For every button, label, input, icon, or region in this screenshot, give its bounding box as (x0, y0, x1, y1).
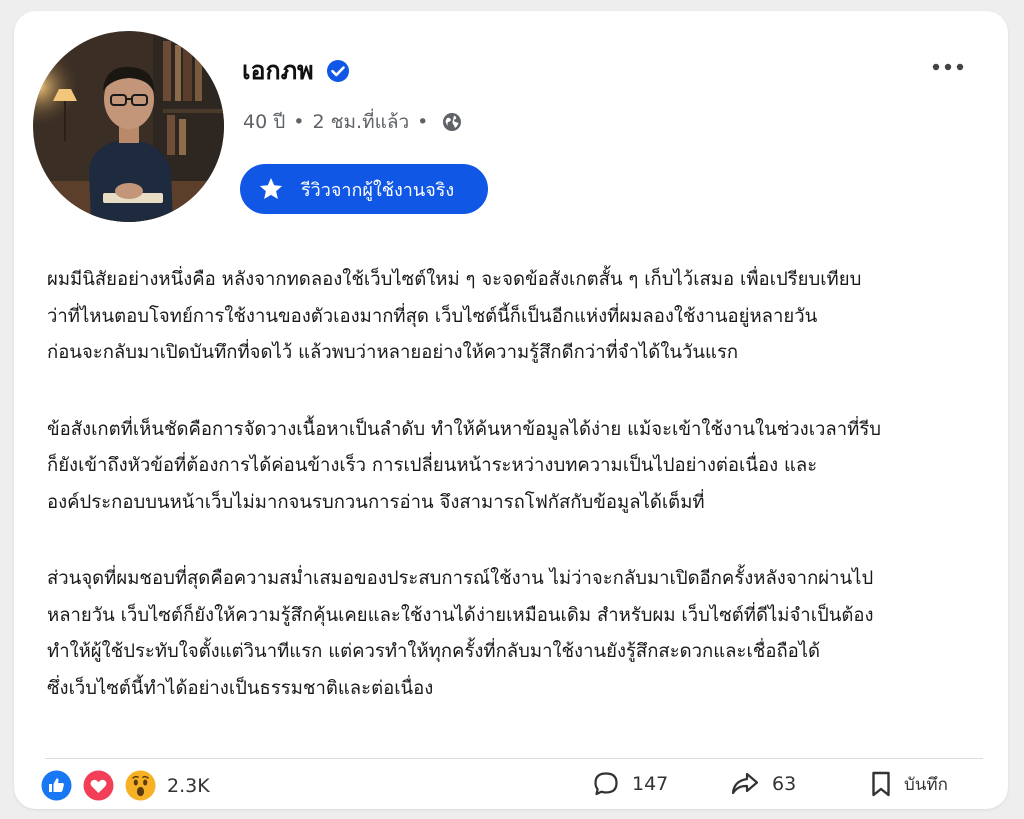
star-icon (258, 176, 284, 202)
more-horizontal-icon (932, 63, 964, 71)
post-footer: 2.3K 147 63 บันทึก (14, 759, 1008, 809)
post-body: ผมมีนิสัยอย่างหนึ่งคือ หลังจากทดลองใช้เว… (47, 262, 982, 747)
wow-icon (125, 770, 156, 801)
globe-icon (442, 112, 462, 132)
more-options-button[interactable] (930, 57, 966, 77)
share-button[interactable]: 63 (730, 770, 796, 798)
bookmark-icon (872, 771, 890, 797)
reaction-count: 2.3K (167, 774, 210, 797)
author-row: เอกภพ (242, 56, 350, 86)
verified-review-badge: รีวิวจากผู้ใช้งานจริง (240, 164, 488, 214)
post-paragraph: ผมมีนิสัยอย่างหนึ่งคือ หลังจากทดลองใช้เว… (47, 269, 862, 363)
reactions-summary[interactable]: 2.3K (41, 770, 210, 801)
post-time[interactable]: 2 ชม.ที่แล้ว (313, 108, 410, 136)
verified-badge-icon (326, 59, 350, 83)
meta-separator: • (293, 111, 305, 133)
share-count: 63 (772, 773, 797, 795)
post-meta: 40 ปี • 2 ชม.ที่แล้ว • (243, 108, 462, 136)
like-icon (41, 770, 72, 801)
post-paragraph: ส่วนจุดที่ผมชอบที่สุดคือความสม่ำเสมอของป… (47, 568, 874, 699)
comment-icon (594, 772, 618, 796)
author-name[interactable]: เอกภพ (242, 56, 314, 86)
post-paragraph: ข้อสังเกตที่เห็นชัดคือการจัดวางเนื้อหาเป… (47, 418, 882, 513)
comment-button[interactable]: 147 (592, 770, 668, 798)
save-button[interactable]: บันทึก (870, 770, 948, 798)
save-label: บันทึก (904, 774, 948, 795)
author-age: 40 ปี (243, 111, 286, 133)
badge-label: รีวิวจากผู้ใช้งานจริง (301, 179, 455, 201)
meta-separator: • (417, 111, 429, 133)
post-card: เอกภพ 40 ปี • 2 ชม.ที่แล้ว • รีวิวจากผู้ (14, 11, 1008, 809)
love-icon (83, 770, 114, 801)
comment-count: 147 (632, 773, 669, 795)
avatar[interactable] (33, 31, 224, 222)
share-icon (731, 772, 759, 795)
